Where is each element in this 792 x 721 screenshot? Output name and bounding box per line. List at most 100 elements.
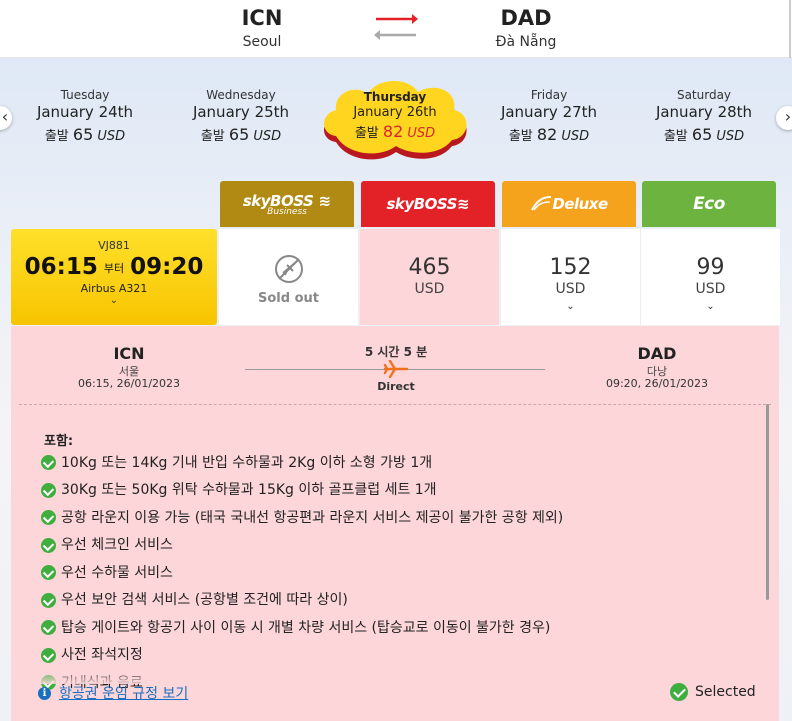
segment-origin-datetime: 06:15, 26/01/2023 (77, 377, 181, 390)
check-icon (41, 565, 56, 581)
price-prefix: 출발 (663, 129, 688, 144)
include-text: 사전 좌석지정 (61, 647, 143, 664)
route-header: ICN Seoul DAD Đà Nẵng (0, 0, 792, 58)
price-prefix: 출발 (354, 126, 379, 141)
include-text: 10Kg 또는 14Kg 기내 반입 수하물과 2Kg 이하 소형 가방 1개 (61, 454, 433, 471)
segment-destination-datetime: 09:20, 26/01/2023 (605, 377, 709, 390)
date-option-selected[interactable]: Thursday January 26th 출발 82 USD (320, 90, 470, 141)
skyboss-business-logo: skyBOSS ≋ Business (242, 192, 332, 217)
price-prefix: 출발 (508, 129, 533, 144)
origin-code: ICN (241, 6, 283, 30)
list-item: 공항 라운지 이용 가능 (태국 국내선 항공편과 라운지 서비스 제공이 불가… (41, 504, 563, 532)
fare-amount: 152 (549, 255, 592, 280)
date-option[interactable]: Tuesday January 24th 출발 65 USD (10, 88, 160, 144)
list-item: 30Kg 또는 50Kg 위탁 수하물과 15Kg 이하 골프클럽 세트 1개 (41, 477, 563, 505)
fare-rules-link[interactable]: i 항공권 운임 규정 보기 (38, 683, 188, 703)
include-text: 30Kg 또는 50Kg 위탁 수하물과 15Kg 이하 골프클럽 세트 1개 (61, 482, 437, 499)
price-amount: 82 (536, 125, 558, 144)
date-price: 출발 82 USD (320, 122, 470, 141)
segment-destination-code: DAD (637, 344, 677, 363)
price-currency: USD (97, 129, 126, 144)
page-scrollbar[interactable] (789, 0, 791, 58)
price-currency: USD (253, 129, 282, 144)
arrive-time: 09:20 (130, 254, 204, 280)
price-amount: 65 (228, 125, 250, 144)
date-label: January 28th (655, 103, 753, 121)
plane-icon (383, 360, 409, 378)
fare-currency: USD (414, 281, 445, 297)
weekday: Tuesday (60, 88, 110, 102)
includes-scrollbar[interactable] (766, 404, 769, 600)
include-text: 우선 보안 검색 서비스 (공항별 조건에 따라 상이) (61, 592, 348, 609)
chevron-right-icon: › (784, 107, 792, 126)
check-icon (41, 592, 56, 608)
include-text: 우선 체크인 서비스 (61, 537, 173, 554)
date-price: 출발 65 USD (10, 125, 160, 144)
price-amount: 65 (691, 125, 713, 144)
to-word: 부터 (103, 261, 125, 275)
origin-city: Seoul (242, 34, 282, 50)
fare-cell-eco[interactable]: 99 USD ⌄ (640, 229, 780, 325)
fare-currency: USD (555, 281, 586, 297)
flight-summary-card[interactable]: VJ881 06:15 부터 09:20 Airbus A321 ⌄ (11, 229, 217, 325)
flight-duration: 5 시간 5 분 (364, 345, 428, 359)
skyboss-logo: skyBOSS (386, 195, 457, 213)
round-trip-arrows-icon (374, 14, 418, 40)
include-text: 탑승 게이트와 항공기 사이 이동 시 개별 차량 서비스 (탑승교로 이동이 … (61, 619, 551, 636)
price-prefix: 출발 (44, 129, 69, 144)
chevron-down-icon[interactable]: ⌄ (11, 295, 217, 306)
eco-logo: Eco (693, 194, 725, 214)
fare-header-skyboss-business: skyBOSS ≋ Business (220, 181, 354, 227)
check-icon (41, 647, 56, 663)
chevron-down-icon[interactable]: ⌄ (501, 301, 640, 312)
sold-out: Sold out (219, 253, 358, 306)
deluxe-swoosh-icon (531, 196, 552, 211)
deluxe-logo: Deluxe (552, 195, 608, 213)
price-currency: USD (407, 126, 436, 141)
aircraft: Airbus A321 (80, 282, 148, 295)
price-currency: USD (716, 129, 745, 144)
fare-cell-deluxe[interactable]: 152 USD ⌄ (500, 229, 640, 325)
sold-out-label: Sold out (258, 291, 319, 306)
price-currency: USD (561, 129, 590, 144)
date-label: January 24th (36, 103, 134, 121)
include-text: 우선 수하물 서비스 (61, 564, 173, 581)
date-option[interactable]: Saturday January 28th 출발 65 USD (629, 88, 779, 144)
date-label: January 27th (500, 103, 598, 121)
fare-currency: USD (695, 281, 726, 297)
chevron-down-icon[interactable]: ⌄ (641, 301, 780, 312)
list-fade (11, 668, 671, 684)
weekday: Thursday (363, 90, 427, 104)
selected-indicator: Selected (670, 683, 756, 701)
divider (19, 404, 771, 405)
flight-number: VJ881 (98, 239, 130, 252)
date-label: January 26th (353, 105, 437, 120)
flight-times: 06:15 부터 09:20 (11, 254, 217, 280)
depart-time: 06:15 (24, 254, 98, 280)
list-item: 탑승 게이트와 항공기 사이 이동 시 개별 차량 서비스 (탑승교로 이동이 … (41, 614, 563, 642)
info-icon: i (38, 686, 51, 700)
check-icon (41, 537, 56, 553)
fare-cell-skyboss[interactable]: 465 USD (359, 229, 499, 325)
date-option[interactable]: Wednesday January 25th 출발 65 USD (166, 88, 316, 144)
destination-city: Đà Nẵng (495, 34, 557, 50)
segment-origin-code: ICN (113, 344, 145, 363)
check-icon (41, 510, 56, 526)
check-icon (41, 455, 56, 471)
include-text: 공항 라운지 이용 가능 (태국 국내선 항공편과 라운지 서비스 제공이 불가… (61, 509, 564, 526)
includes-list: 10Kg 또는 14Kg 기내 반입 수하물과 2Kg 이하 소형 가방 1개 … (41, 449, 563, 697)
list-item: 사전 좌석지정 (41, 642, 563, 670)
date-option[interactable]: Friday January 27th 출발 82 USD (474, 88, 624, 144)
selected-label: Selected (695, 684, 756, 700)
date-price: 출발 82 USD (474, 125, 624, 144)
fare-detail-panel: ICN 서울 06:15, 26/01/2023 5 시간 5 분 Direct… (11, 326, 779, 721)
date-price: 출발 65 USD (166, 125, 316, 144)
includes-title: 포함: (44, 434, 74, 449)
price-amount: 82 (382, 122, 404, 141)
check-icon (41, 482, 56, 498)
price-amount: 65 (72, 125, 94, 144)
fare-cell-business: Sold out (218, 229, 358, 325)
check-circle-icon (670, 683, 688, 701)
fare-header-eco: Eco (642, 181, 776, 227)
list-item: 우선 수하물 서비스 (41, 559, 563, 587)
